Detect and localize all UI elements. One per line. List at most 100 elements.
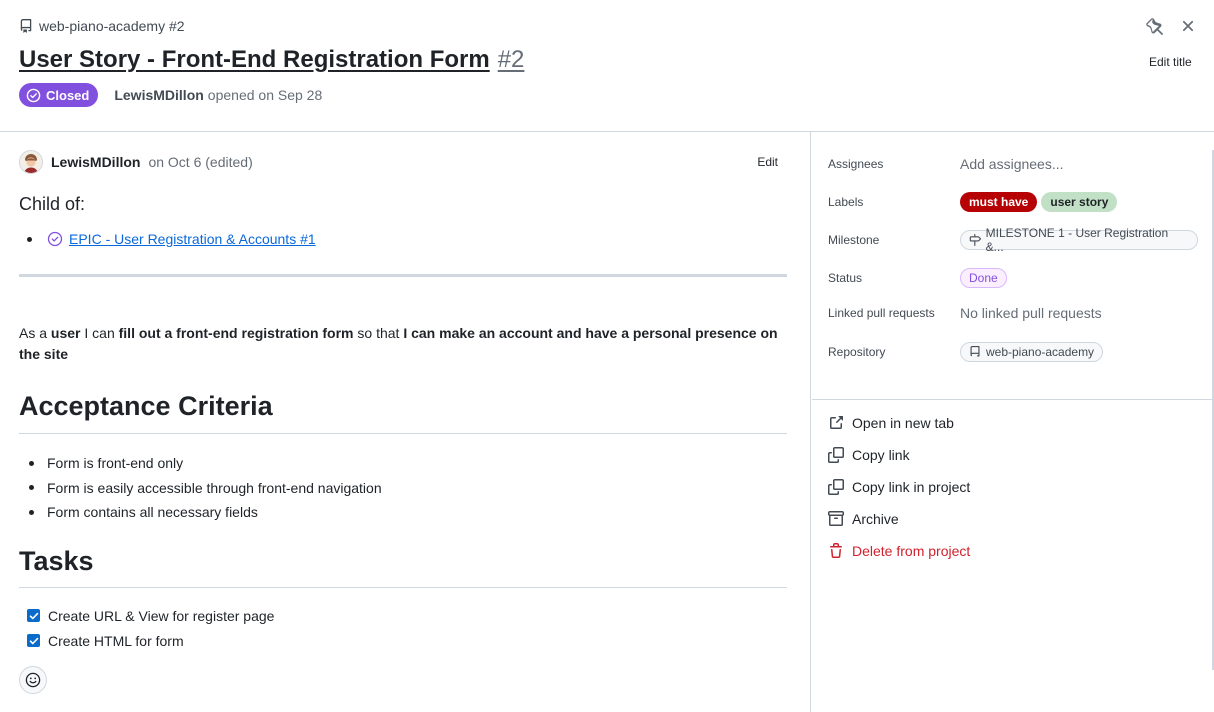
milestone-pill[interactable]: MILESTONE 1 - User Registration &... bbox=[959, 226, 1198, 254]
story-bold: user bbox=[50, 325, 81, 341]
repository-label: Repository bbox=[828, 345, 886, 359]
archive-label: Archive bbox=[852, 511, 899, 527]
open-in-new-tab-label: Open in new tab bbox=[852, 415, 954, 431]
story-text: so that bbox=[353, 325, 404, 341]
divider bbox=[19, 274, 787, 277]
parent-epic-link[interactable]: EPIC - User Registration & Accounts #1 bbox=[69, 231, 316, 247]
trash-icon bbox=[830, 543, 842, 558]
acceptance-criteria-heading: Acceptance Criteria bbox=[19, 391, 273, 421]
edit-comment-button[interactable]: Edit bbox=[757, 155, 778, 169]
milestone-icon bbox=[969, 234, 981, 246]
add-reaction-button[interactable] bbox=[19, 666, 47, 694]
milestone-row: Milestone MILESTONE 1 - User Registratio… bbox=[828, 226, 1198, 254]
task-item: Create HTML for form bbox=[27, 628, 274, 653]
issue-body: LewisMDillon on Oct 6 (edited) Edit Chil… bbox=[0, 132, 811, 712]
delete-from-project-button[interactable]: Delete from project bbox=[828, 543, 970, 559]
avatar-face-icon bbox=[20, 151, 42, 173]
issue-header: web-piano-academy #2 User Story - Front-… bbox=[0, 0, 1214, 132]
linked-prs-value: No linked pull requests bbox=[960, 305, 1102, 321]
assignees-label: Assignees bbox=[828, 157, 884, 171]
copy-link-in-project-label: Copy link in project bbox=[852, 479, 971, 495]
list-item: Form is easily accessible through front-… bbox=[29, 476, 382, 501]
issue-title-row: User Story - Front-End Registration Form… bbox=[19, 46, 524, 74]
closed-issue-icon bbox=[47, 231, 63, 247]
status-label: Status bbox=[828, 271, 863, 285]
add-assignees-button[interactable]: Add assignees... bbox=[960, 156, 1064, 172]
comment-date[interactable]: on Oct 6 (edited) bbox=[148, 154, 252, 170]
label-must-have[interactable]: must have bbox=[960, 192, 1038, 212]
comment-author[interactable]: LewisMDillon bbox=[51, 154, 140, 170]
divider bbox=[812, 399, 1212, 400]
child-of-heading: Child of: bbox=[19, 194, 86, 214]
repo-reference-text: web-piano-academy #2 bbox=[39, 18, 185, 34]
copy-link-button[interactable]: Copy link bbox=[828, 447, 910, 463]
task-checkbox[interactable] bbox=[27, 609, 40, 622]
check-icon bbox=[29, 637, 38, 644]
list-item: Form contains all necessary fields bbox=[29, 500, 382, 525]
repository-value: web-piano-academy bbox=[986, 345, 1095, 359]
close-icon[interactable] bbox=[1179, 17, 1197, 35]
criteria-text: Form is front-end only bbox=[47, 455, 184, 472]
copy-icon bbox=[828, 479, 844, 495]
linked-prs-row: Linked pull requests No linked pull requ… bbox=[828, 305, 1198, 321]
check-icon bbox=[29, 612, 38, 619]
linked-prs-label: Linked pull requests bbox=[828, 306, 935, 320]
task-label: Create URL & View for register page bbox=[48, 607, 275, 624]
list-item: EPIC - User Registration & Accounts #1 bbox=[27, 231, 316, 247]
pin-icon[interactable] bbox=[1146, 18, 1164, 36]
story-bold: fill out a front-end registration form bbox=[118, 325, 354, 341]
bullet bbox=[27, 236, 32, 242]
open-in-new-tab-button[interactable]: Open in new tab bbox=[828, 415, 954, 431]
comment-header: LewisMDillon on Oct 6 (edited) Edit bbox=[19, 150, 789, 174]
issue-title[interactable]: User Story - Front-End Registration Form bbox=[19, 46, 490, 74]
criteria-text: Form is easily accessible through front-… bbox=[47, 479, 382, 496]
task-item: Create URL & View for register page bbox=[27, 603, 274, 628]
story-text: As a bbox=[19, 325, 51, 341]
check-circle-icon bbox=[26, 88, 41, 102]
repository-pill[interactable]: web-piano-academy bbox=[960, 342, 1104, 362]
copy-icon bbox=[828, 447, 844, 463]
repository-row: Repository web-piano-academy bbox=[828, 342, 1198, 362]
labels-label: Labels bbox=[828, 195, 864, 209]
user-story-text: As a user I can fill out a front-end reg… bbox=[19, 323, 779, 365]
repo-reference[interactable]: web-piano-academy #2 bbox=[19, 18, 185, 34]
link-external-icon bbox=[830, 416, 843, 429]
avatar[interactable] bbox=[19, 150, 43, 174]
criteria-text: Form contains all necessary fields bbox=[47, 504, 258, 521]
status-badge[interactable]: Done bbox=[960, 268, 1007, 288]
smiley-icon bbox=[25, 672, 41, 688]
state-badge-label: Closed bbox=[46, 87, 90, 103]
divider bbox=[19, 433, 787, 434]
state-badge: Closed bbox=[19, 83, 99, 107]
issue-meta: Closed LewisMDillon opened on Sep 28 bbox=[19, 83, 322, 107]
task-checkbox[interactable] bbox=[27, 634, 40, 647]
issue-sidebar: Assignees Add assignees... Labels must h… bbox=[812, 132, 1214, 712]
tasks-heading: Tasks bbox=[19, 546, 94, 576]
task-label: Create HTML for form bbox=[48, 632, 184, 649]
bullet bbox=[29, 485, 34, 491]
copy-link-in-project-button[interactable]: Copy link in project bbox=[828, 479, 970, 495]
repo-icon bbox=[20, 19, 32, 33]
divider bbox=[19, 587, 787, 588]
milestone-value: MILESTONE 1 - User Registration &... bbox=[985, 226, 1169, 254]
archive-icon bbox=[828, 511, 844, 526]
status-row: Status Done bbox=[828, 268, 1198, 288]
issue-author[interactable]: LewisMDillon bbox=[114, 87, 203, 103]
child-of-list: EPIC - User Registration & Accounts #1 bbox=[27, 231, 316, 247]
task-list: Create URL & View for register page Crea… bbox=[27, 603, 274, 653]
list-item: Form is front-end only bbox=[29, 451, 382, 476]
bullet bbox=[29, 460, 34, 466]
copy-link-label: Copy link bbox=[852, 447, 910, 463]
issue-number[interactable]: #2 bbox=[498, 46, 525, 74]
milestone-label: Milestone bbox=[828, 233, 880, 247]
issue-opened-date: opened on Sep 28 bbox=[207, 87, 323, 103]
label-user-story[interactable]: user story bbox=[1041, 192, 1118, 212]
delete-from-project-label: Delete from project bbox=[852, 543, 971, 559]
repo-icon bbox=[970, 346, 980, 357]
archive-button[interactable]: Archive bbox=[828, 511, 899, 527]
assignees-row: Assignees Add assignees... bbox=[828, 156, 1198, 172]
acceptance-criteria-list: Form is front-end only Form is easily ac… bbox=[29, 451, 382, 525]
story-text: I can bbox=[80, 325, 119, 341]
edit-title-button[interactable]: Edit title bbox=[1149, 55, 1192, 69]
bullet bbox=[29, 509, 34, 515]
